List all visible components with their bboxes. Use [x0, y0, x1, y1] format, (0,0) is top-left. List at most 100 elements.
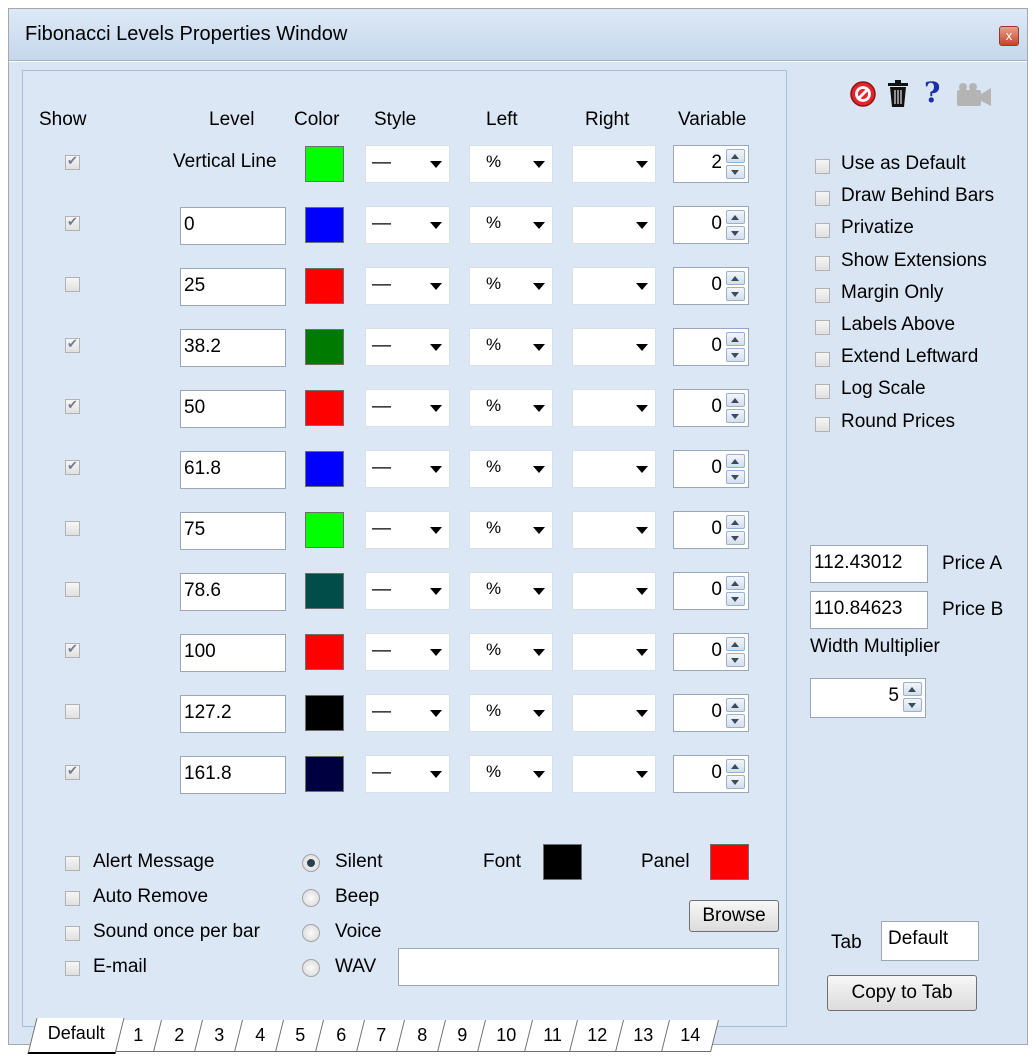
- decrement-icon[interactable]: [726, 714, 745, 728]
- level-input[interactable]: 100: [180, 634, 286, 672]
- increment-icon[interactable]: [726, 759, 745, 773]
- beep-radio[interactable]: [302, 889, 320, 907]
- level-input[interactable]: 161.8: [180, 756, 286, 794]
- silent-radio[interactable]: [302, 854, 320, 872]
- copy-to-tab-button[interactable]: Copy to Tab: [827, 975, 977, 1011]
- style-dropdown[interactable]: —: [365, 511, 450, 549]
- left-dropdown[interactable]: %: [469, 572, 553, 610]
- decrement-icon[interactable]: [726, 409, 745, 423]
- variable-stepper[interactable]: 2: [673, 145, 749, 183]
- variable-stepper[interactable]: 0: [673, 389, 749, 427]
- level-input[interactable]: 61.8: [180, 451, 286, 489]
- show-checkbox[interactable]: [65, 397, 80, 414]
- variable-stepper[interactable]: 0: [673, 694, 749, 732]
- show-checkbox[interactable]: [65, 763, 80, 780]
- option-checkbox[interactable]: [815, 384, 830, 400]
- level-color-swatch[interactable]: [305, 695, 344, 731]
- left-dropdown[interactable]: %: [469, 389, 553, 427]
- variable-stepper[interactable]: 0: [673, 328, 749, 366]
- increment-icon[interactable]: [726, 393, 745, 407]
- decrement-icon[interactable]: [726, 531, 745, 545]
- camera-icon[interactable]: [955, 82, 993, 108]
- increment-icon[interactable]: [726, 149, 745, 163]
- increment-icon[interactable]: [726, 576, 745, 590]
- level-color-swatch[interactable]: [305, 756, 344, 792]
- decrement-icon[interactable]: [726, 470, 745, 484]
- show-checkbox[interactable]: [65, 704, 80, 719]
- increment-icon[interactable]: [726, 332, 745, 346]
- price-a-input[interactable]: 112.43012: [810, 545, 928, 583]
- show-checkbox[interactable]: [65, 336, 80, 353]
- level-input[interactable]: 25: [180, 268, 286, 306]
- price-b-input[interactable]: 110.84623: [810, 591, 928, 629]
- decrement-icon[interactable]: [726, 165, 745, 179]
- level-color-swatch[interactable]: [305, 512, 344, 548]
- style-dropdown[interactable]: —: [365, 145, 450, 183]
- increment-icon[interactable]: [726, 271, 745, 285]
- right-dropdown[interactable]: [572, 206, 656, 244]
- wav-path-input[interactable]: [398, 948, 779, 986]
- show-checkbox[interactable]: [65, 153, 80, 170]
- right-dropdown[interactable]: [572, 267, 656, 305]
- left-dropdown[interactable]: %: [469, 694, 553, 732]
- show-checkbox[interactable]: [65, 214, 80, 231]
- level-input[interactable]: 78.6: [180, 573, 286, 611]
- left-dropdown[interactable]: %: [469, 145, 553, 183]
- decrement-icon[interactable]: [726, 775, 745, 789]
- browse-button[interactable]: Browse: [689, 900, 779, 932]
- auto-remove-checkbox[interactable]: [65, 891, 80, 906]
- level-color-swatch[interactable]: [305, 390, 344, 426]
- right-dropdown[interactable]: [572, 145, 656, 183]
- level-color-swatch[interactable]: [305, 207, 344, 243]
- left-dropdown[interactable]: %: [469, 450, 553, 488]
- style-dropdown[interactable]: —: [365, 267, 450, 305]
- voice-radio[interactable]: [302, 924, 320, 942]
- show-checkbox[interactable]: [65, 521, 80, 536]
- increment-icon[interactable]: [903, 682, 922, 696]
- style-dropdown[interactable]: —: [365, 633, 450, 671]
- level-input[interactable]: 127.2: [180, 695, 286, 733]
- left-dropdown[interactable]: %: [469, 206, 553, 244]
- decrement-icon[interactable]: [726, 592, 745, 606]
- variable-stepper[interactable]: 0: [673, 267, 749, 305]
- show-checkbox[interactable]: [65, 641, 80, 658]
- email-checkbox[interactable]: [65, 961, 80, 976]
- level-color-swatch[interactable]: [305, 146, 344, 182]
- increment-icon[interactable]: [726, 637, 745, 651]
- left-dropdown[interactable]: %: [469, 328, 553, 366]
- option-checkbox[interactable]: [815, 287, 830, 303]
- sound-once-checkbox[interactable]: [65, 926, 80, 941]
- option-checkbox[interactable]: [815, 352, 830, 368]
- variable-stepper[interactable]: 0: [673, 572, 749, 610]
- style-dropdown[interactable]: —: [365, 450, 450, 488]
- right-dropdown[interactable]: [572, 572, 656, 610]
- decrement-icon[interactable]: [726, 287, 745, 301]
- increment-icon[interactable]: [726, 210, 745, 224]
- style-dropdown[interactable]: —: [365, 694, 450, 732]
- variable-stepper[interactable]: 0: [673, 511, 749, 549]
- increment-icon[interactable]: [726, 454, 745, 468]
- increment-icon[interactable]: [726, 515, 745, 529]
- level-color-swatch[interactable]: [305, 451, 344, 487]
- level-input[interactable]: 0: [180, 207, 286, 245]
- right-dropdown[interactable]: [572, 389, 656, 427]
- option-checkbox[interactable]: [815, 320, 830, 335]
- variable-stepper[interactable]: 0: [673, 633, 749, 671]
- level-input[interactable]: 38.2: [180, 329, 286, 367]
- right-dropdown[interactable]: [572, 755, 656, 793]
- level-color-swatch[interactable]: [305, 573, 344, 609]
- variable-stepper[interactable]: 0: [673, 450, 749, 488]
- increment-icon[interactable]: [726, 698, 745, 712]
- left-dropdown[interactable]: %: [469, 633, 553, 671]
- decrement-icon[interactable]: [903, 698, 922, 712]
- right-dropdown[interactable]: [572, 328, 656, 366]
- decrement-icon[interactable]: [726, 348, 745, 362]
- left-dropdown[interactable]: %: [469, 755, 553, 793]
- tab-default[interactable]: Default: [27, 1018, 125, 1054]
- right-dropdown[interactable]: [572, 450, 656, 488]
- decrement-icon[interactable]: [726, 226, 745, 240]
- style-dropdown[interactable]: —: [365, 572, 450, 610]
- level-color-swatch[interactable]: [305, 329, 344, 365]
- decrement-icon[interactable]: [726, 653, 745, 667]
- show-checkbox[interactable]: [65, 277, 80, 292]
